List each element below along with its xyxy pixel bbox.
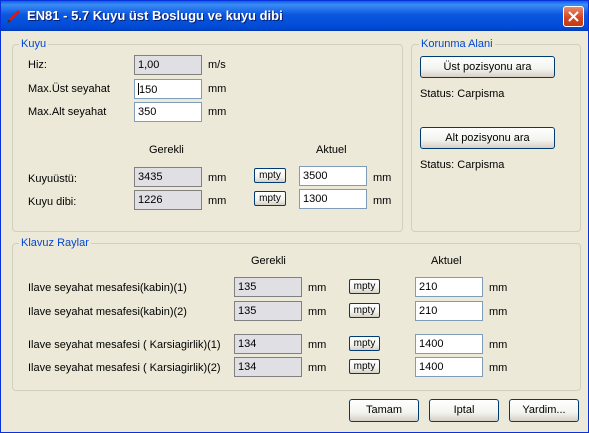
klavuz-row-4-unit1: mm — [308, 362, 327, 374]
close-button[interactable] — [563, 6, 584, 27]
klavuz-row-1-aktuel-input[interactable]: 210 — [415, 277, 483, 297]
dialog-window: EN81 - 5.7 Kuyu üst Boslugu ve kuyu dibi… — [0, 0, 589, 433]
close-icon — [568, 11, 579, 22]
max-alt-label: Max.Alt seyahat — [28, 106, 107, 118]
klavuz-row-3-label: Ilave seyahat mesafesi ( Karsiagirlik)(1… — [28, 339, 221, 351]
max-ust-label: Max.Üst seyahat — [28, 83, 110, 95]
klavuz-row-3-unit2: mm — [489, 339, 508, 351]
kuyuustu-aktuel-input[interactable]: 3500 — [299, 166, 367, 186]
ok-button[interactable]: Tamam — [349, 399, 419, 422]
klavuz-row-1-gerekli-field: 135 — [234, 277, 302, 297]
kuyu-legend: Kuyu — [19, 38, 49, 50]
kuyu-dibi-gerekli-field: 1226 — [134, 190, 202, 210]
max-ust-value: 150 — [139, 84, 158, 96]
ust-pozisyonu-ara-button[interactable]: Üst pozisyonu ara — [420, 56, 555, 78]
kuyu-dibi-label: Kuyu dibi: — [28, 196, 77, 208]
kuyuustu-mpty-button[interactable]: mpty — [254, 168, 286, 183]
max-ust-unit: mm — [208, 83, 227, 95]
klavuz-row-2-unit1: mm — [308, 306, 327, 318]
max-alt-input[interactable]: 350 — [134, 102, 202, 122]
kuyu-dibi-mpty-button[interactable]: mpty — [254, 191, 286, 206]
klavuz-row-4-label: Ilave seyahat mesafesi ( Karsiagirlik)(2… — [28, 362, 221, 374]
hiz-field: 1,00 — [134, 55, 202, 75]
klavuz-row-4-aktuel-input[interactable]: 1400 — [415, 357, 483, 377]
klavuz-row-3-aktuel-input[interactable]: 1400 — [415, 334, 483, 354]
kuyu-aktuel-header: Aktuel — [316, 144, 347, 156]
klavuz-row-2-mpty-button[interactable]: mpty — [349, 303, 380, 318]
alt-pozisyonu-ara-button[interactable]: Alt pozisyonu ara — [420, 127, 555, 149]
klavuz-gerekli-header: Gerekli — [251, 255, 286, 267]
klavuz-row-3-unit1: mm — [308, 339, 327, 351]
kuyuustu-label: Kuyuüstü: — [28, 173, 77, 185]
klavuz-row-4-mpty-button[interactable]: mpty — [349, 359, 380, 374]
kuyuustu-unit2: mm — [373, 172, 392, 184]
klavuz-legend: Klavuz Raylar — [19, 237, 91, 249]
klavuz-row-1-unit2: mm — [489, 282, 508, 294]
klavuz-row-2-aktuel-input[interactable]: 210 — [415, 301, 483, 321]
klavuz-row-1-unit1: mm — [308, 282, 327, 294]
hiz-unit: m/s — [208, 59, 226, 71]
help-button[interactable]: Yardim... — [509, 399, 579, 422]
kuyu-dibi-unit2: mm — [373, 195, 392, 207]
klavuz-row-3-gerekli-field: 134 — [234, 334, 302, 354]
hiz-label: Hiz: — [28, 59, 47, 71]
kuyuustu-unit1: mm — [208, 172, 227, 184]
kuyuustu-gerekli-field: 3435 — [134, 167, 202, 187]
kuyu-dibi-aktuel-input[interactable]: 1300 — [299, 189, 367, 209]
kuyu-gerekli-header: Gerekli — [149, 144, 184, 156]
klavuz-row-2-gerekli-field: 135 — [234, 301, 302, 321]
klavuz-row-2-unit2: mm — [489, 306, 508, 318]
title-bar[interactable]: EN81 - 5.7 Kuyu üst Boslugu ve kuyu dibi — [1, 1, 588, 31]
klavuz-row-1-label: Ilave seyahat mesafesi(kabin)(1) — [28, 282, 187, 294]
klavuz-aktuel-header: Aktuel — [431, 255, 462, 267]
klavuz-row-2-label: Ilave seyahat mesafesi(kabin)(2) — [28, 306, 187, 318]
pen-icon — [7, 9, 21, 23]
window-title: EN81 - 5.7 Kuyu üst Boslugu ve kuyu dibi — [27, 8, 283, 23]
klavuz-row-3-mpty-button[interactable]: mpty — [349, 336, 380, 351]
max-alt-unit: mm — [208, 106, 227, 118]
cancel-button[interactable]: Iptal — [429, 399, 499, 422]
alt-status: Status: Carpisma — [420, 159, 505, 171]
klavuz-row-1-mpty-button[interactable]: mpty — [349, 279, 380, 294]
klavuz-row-4-gerekli-field: 134 — [234, 357, 302, 377]
klavuz-row-4-unit2: mm — [489, 362, 508, 374]
ust-status: Status: Carpisma — [420, 88, 505, 100]
max-ust-input[interactable]: 150 — [134, 79, 202, 99]
kuyu-dibi-unit1: mm — [208, 195, 227, 207]
korunma-legend: Korunma Alani — [419, 38, 495, 50]
